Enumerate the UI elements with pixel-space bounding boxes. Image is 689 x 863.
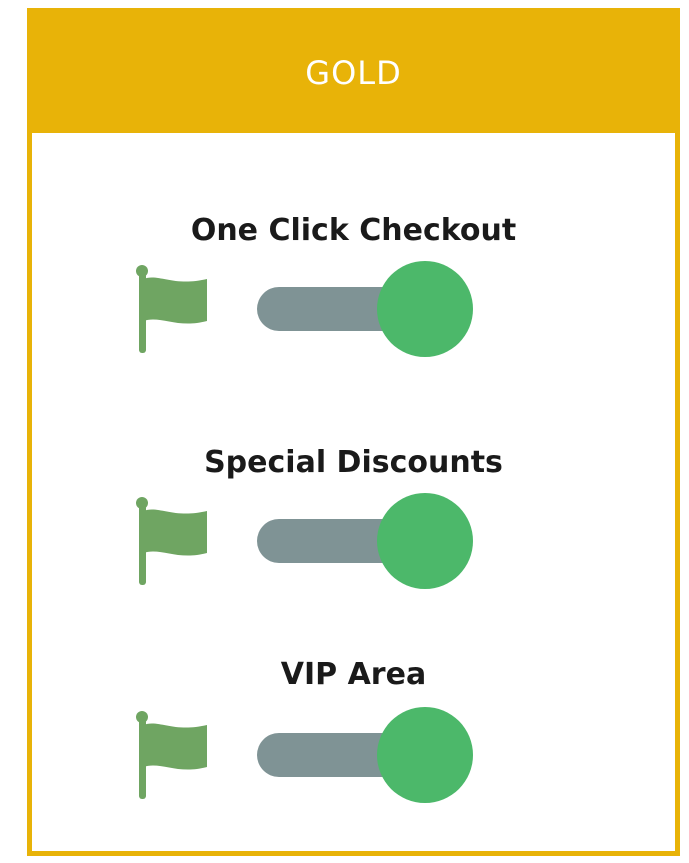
plan-header: GOLD [32, 13, 675, 133]
toggle-special-discounts[interactable] [257, 493, 473, 589]
plan-title: GOLD [305, 54, 402, 92]
toggle-knob [377, 261, 473, 357]
feature-label-one-click-checkout: One Click Checkout [190, 213, 517, 248]
toggle-knob [377, 493, 473, 589]
feature-label-vip-area: VIP Area [280, 657, 427, 692]
toggle-vip-area[interactable] [257, 707, 473, 803]
toggle-knob [377, 707, 473, 803]
toggle-one-click-checkout[interactable] [257, 261, 473, 357]
flag-icon [136, 265, 207, 353]
flag-icon [136, 711, 207, 799]
plan-card: GOLD One Click Checkout Special Discount… [27, 8, 680, 856]
feature-label-special-discounts: Special Discounts [204, 445, 503, 480]
flag-icon [136, 497, 207, 585]
